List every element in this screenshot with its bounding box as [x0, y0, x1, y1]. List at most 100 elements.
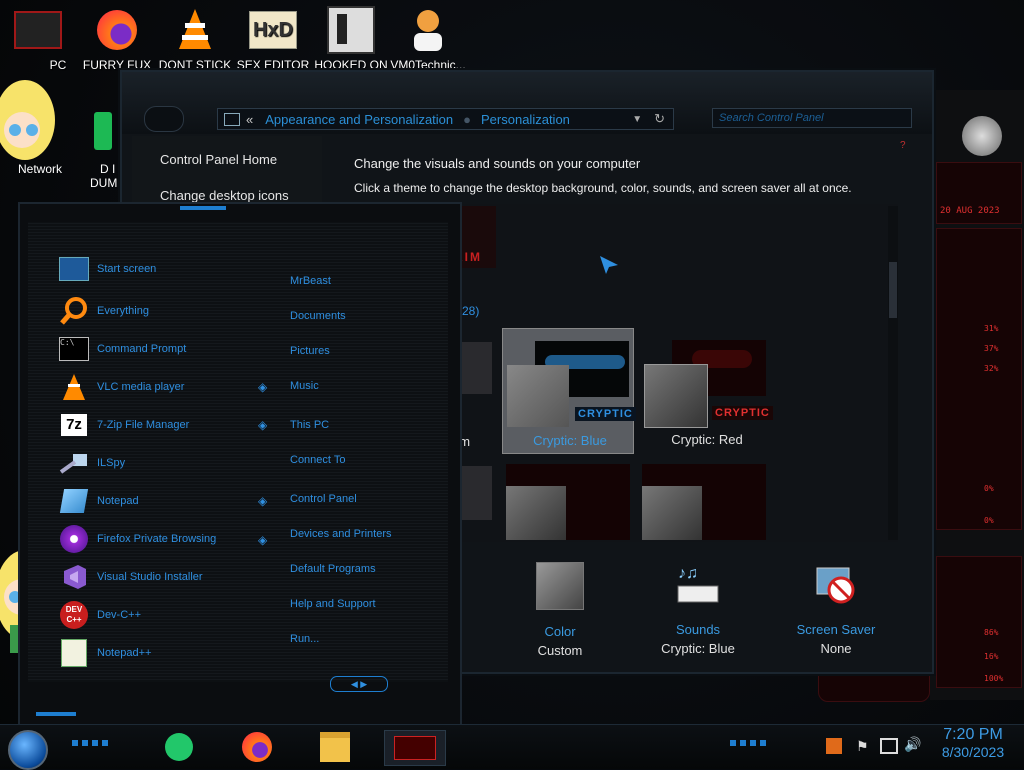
start-item-firefox-private[interactable]: Firefox Private Browsing [58, 523, 216, 555]
page-subheading: Click a theme to change the desktop back… [354, 181, 852, 195]
start-item-dev-cpp[interactable]: DEV C++ Dev-C++ [58, 599, 141, 631]
taskbar-app-explorer[interactable] [318, 730, 352, 764]
desktop-icon-vm0technic[interactable]: VM0Technic... [388, 6, 468, 72]
start-link-documents[interactable]: Documents [290, 310, 346, 322]
back-forward-button[interactable] [144, 106, 184, 132]
everything-search-icon [58, 296, 90, 326]
start-item-ilspy[interactable]: ILSpy [58, 447, 125, 479]
start-item-command-prompt[interactable]: C:\ Command Prompt [58, 333, 186, 365]
theme-next-row-thumb[interactable] [642, 464, 766, 540]
scrollbar[interactable] [888, 206, 898, 540]
search-input[interactable]: Search Control Panel [712, 108, 912, 128]
start-link-mrbeast[interactable]: MrBeast [290, 275, 331, 287]
theme-cryptic-blue[interactable]: CRYPTIC Cryptic: Blue [502, 328, 636, 454]
taskbar-app-firefox[interactable] [240, 730, 274, 764]
pc-icon [14, 6, 62, 54]
start-item-7zip[interactable]: 7z 7-Zip File Manager [58, 409, 189, 441]
breadcrumb-separator-icon: ● [463, 111, 472, 127]
screen-saver-icon [813, 562, 859, 608]
start-item-label: 7-Zip File Manager [97, 419, 190, 431]
start-item-label: Notepad++ [97, 647, 152, 659]
chat-app-icon [165, 733, 193, 761]
start-link-run[interactable]: Run... [290, 633, 319, 645]
vlc-icon [58, 372, 90, 402]
start-item-start-screen[interactable]: Start screen [58, 253, 156, 285]
gadget-percent: 100% [984, 674, 1004, 683]
start-link-this-pc[interactable]: This PC [290, 419, 329, 431]
gadget-percent: 16% [984, 652, 999, 661]
start-link-help-support[interactable]: Help and Support [290, 598, 376, 610]
theme-color-swatch [507, 365, 569, 427]
flag-icon[interactable]: ⚑ [856, 738, 869, 755]
desktop-side-label: D I [100, 162, 116, 176]
desktop-icon-sex-editor[interactable]: HxD SEX EDITOR [235, 6, 311, 72]
taskbar [0, 724, 1024, 769]
visual-studio-icon [58, 562, 90, 592]
clock-date: 8/30/2023 [941, 744, 1005, 760]
theme-label: Cryptic: Red [671, 432, 743, 447]
submenu-arrow-icon: ◈ [258, 533, 268, 547]
start-item-notepad[interactable]: Notepad [58, 485, 139, 517]
notepadpp-icon [58, 638, 90, 668]
alien-logo-icon [962, 116, 1002, 156]
start-link-music[interactable]: Music [290, 380, 319, 392]
gadget-panel [936, 556, 1022, 688]
start-item-visual-studio-installer[interactable]: Visual Studio Installer [58, 561, 203, 593]
taskbar-app-chat[interactable] [162, 730, 196, 764]
start-link-pictures[interactable]: Pictures [290, 345, 330, 357]
theme-cryptic-red[interactable]: CRYPTIC Cryptic: Red [640, 328, 773, 452]
notepad-icon [58, 486, 90, 516]
theme-next-row-thumb[interactable] [506, 464, 630, 540]
clock-time: 7:20 PM [943, 726, 1003, 743]
hooked-on-icon [327, 6, 375, 54]
nav-change-desktop-icons[interactable]: Change desktop icons [160, 188, 289, 203]
desktop-icon-hooked-on[interactable]: HOOKED ON [313, 6, 389, 72]
color-option[interactable]: Color Custom [500, 562, 620, 658]
gadget-percent: 31% [984, 324, 999, 333]
start-item-label: Firefox Private Browsing [97, 533, 217, 545]
devcpp-icon-text: DEV C++ [60, 601, 88, 629]
color-swatch-icon [536, 562, 584, 610]
tray-app-icon[interactable] [826, 738, 842, 754]
cartoon-character-image [0, 50, 60, 170]
breadcrumb-personalization[interactable]: Personalization [481, 112, 570, 127]
network-icon[interactable] [880, 738, 898, 754]
cryptic-blue-label: CRYPTIC [575, 407, 636, 421]
taskbar-clock[interactable]: 7:20 PM 8/30/2023 [930, 726, 1016, 760]
vlc-icon [171, 6, 219, 54]
start-menu-nav-arrows[interactable]: ◀ ▶ [330, 676, 388, 692]
cryptic-red-label: CRYPTIC [712, 406, 773, 420]
breadcrumb-back-chevron: « [246, 111, 254, 127]
start-link-devices-printers[interactable]: Devices and Printers [290, 528, 392, 540]
start-item-label: VLC media player [97, 381, 185, 393]
start-link-control-panel[interactable]: Control Panel [290, 493, 357, 505]
7zip-icon: 7z [58, 410, 90, 440]
gadget-panel [936, 228, 1022, 530]
taskbar-accent [72, 740, 112, 746]
nav-control-panel-home[interactable]: Control Panel Home [160, 152, 277, 167]
start-item-vlc[interactable]: VLC media player [58, 371, 184, 403]
address-bar[interactable]: « Appearance and Personalization ● Perso… [217, 108, 674, 130]
refresh-icon[interactable]: ↻ [654, 111, 665, 127]
start-orb-button[interactable] [8, 730, 48, 770]
sounds-title: Sounds [675, 622, 721, 637]
theme-color-swatch [644, 364, 708, 428]
start-link-default-programs[interactable]: Default Programs [290, 563, 376, 575]
screen-saver-option[interactable]: Screen Saver None [776, 567, 896, 656]
taskbar-app-control-panel[interactable] [384, 730, 446, 766]
breadcrumb-appearance[interactable]: Appearance and Personalization [265, 112, 453, 127]
start-link-connect-to[interactable]: Connect To [290, 454, 345, 466]
desktop-icon-dont-stick[interactable]: DONT STICK [157, 6, 233, 72]
submenu-arrow-icon: ◈ [258, 494, 268, 508]
sounds-option[interactable]: ♪♫ Sounds Cryptic: Blue [638, 565, 758, 656]
start-item-everything[interactable]: Everything [58, 295, 149, 327]
monitor-icon [224, 112, 240, 126]
chevron-down-icon[interactable]: ▼ [632, 114, 642, 125]
firefox-icon [242, 732, 272, 762]
scrollbar-thumb[interactable] [889, 262, 897, 318]
start-item-notepadpp[interactable]: Notepad++ [58, 637, 151, 669]
start-item-label: Command Prompt [97, 343, 187, 355]
volume-icon[interactable]: 🔊 [904, 736, 921, 753]
desktop-icon-furry-fux[interactable]: FURRY FUX [79, 6, 155, 72]
help-icon[interactable]: ? [900, 140, 906, 151]
